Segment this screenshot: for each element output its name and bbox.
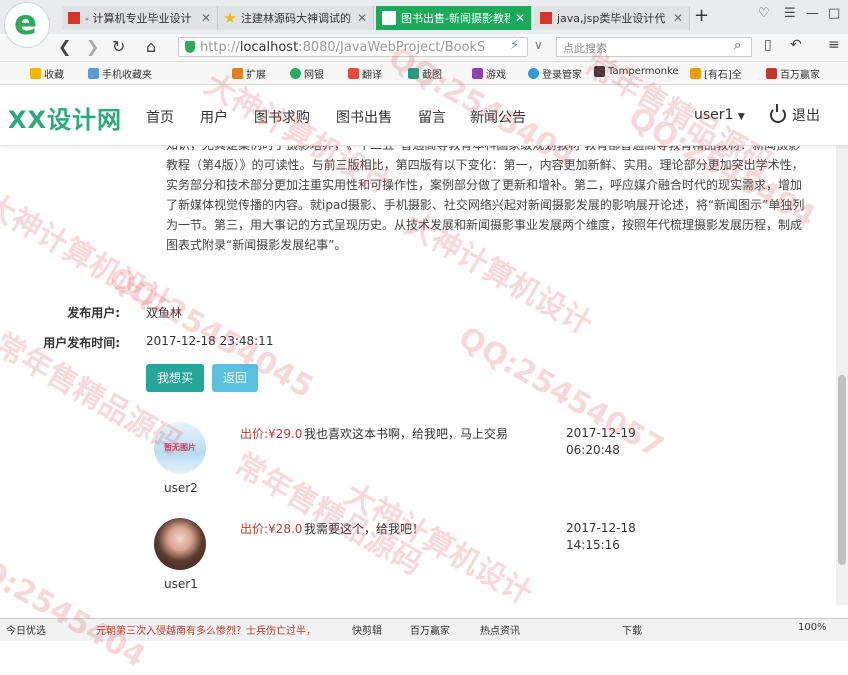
browser-tab-1[interactable]: - 计算机专业毕业设计 ✕ — [62, 6, 218, 30]
status-quick-edit[interactable]: 快剪辑 — [352, 622, 382, 637]
book-description: 知识，尤其是案例时手摄影培养，《“十二五”普通高等教育本科国家级规划教材 教育部… — [166, 138, 805, 252]
nav-news[interactable]: 新闻公告 — [470, 107, 526, 127]
tab-close-icon[interactable]: ✕ — [357, 11, 367, 25]
user-menu[interactable]: user1 ▼ — [694, 107, 745, 123]
minimize-icon[interactable]: — — [806, 6, 819, 21]
chevron-down-icon[interactable]: ∨ — [534, 38, 543, 52]
status-zoom[interactable]: 100% — [798, 622, 827, 633]
power-icon — [770, 104, 786, 123]
browser-logo-icon[interactable]: e — [4, 2, 50, 48]
more-icon[interactable]: ≡ — [828, 37, 840, 53]
tampermonkey-icon — [594, 66, 605, 77]
watermark-text: QQ:25454057 — [452, 320, 670, 466]
watermark-text: 常年售精品源码 — [228, 446, 428, 583]
search-input[interactable]: 点此搜索 — [556, 37, 752, 57]
bookmark-translate[interactable]: 翻译 — [348, 66, 382, 81]
reload-icon[interactable]: ↻ — [112, 37, 125, 56]
translate-icon — [348, 68, 359, 79]
bookmark-mobile[interactable]: 手机收藏夹 — [88, 66, 152, 81]
watermark-text: QQ:25454045 — [102, 260, 320, 406]
bookmark-millionaire[interactable]: 百万赢家 — [766, 66, 820, 81]
publisher-label: 发布用户: — [67, 306, 120, 320]
publish-time-value: 2017-12-18 23:48:11 — [146, 334, 274, 348]
comment-bid: 出价:¥28.0 — [240, 522, 303, 536]
phone-icon — [88, 68, 99, 79]
tab-close-icon[interactable]: ✕ — [515, 11, 525, 25]
tab-favicon-star-icon — [224, 12, 236, 23]
secure-shield-icon — [185, 41, 195, 53]
tab-close-icon[interactable]: ✕ — [673, 11, 683, 25]
bookmark-games[interactable]: 游戏 — [472, 66, 506, 81]
browser-tab-4[interactable]: java,jsp类毕业设计代 ✕ — [534, 6, 690, 30]
maximize-icon[interactable]: □ — [828, 6, 840, 21]
watermark-text: QQ:2545404 — [0, 540, 152, 675]
logout-button[interactable]: 退出 — [770, 104, 820, 125]
comment-time: 2017-12-18 14:15:16 — [566, 521, 636, 552]
bookmark-extensions[interactable]: 扩展 — [232, 66, 266, 81]
lightning-icon[interactable]: ⚡ — [510, 38, 519, 53]
coin-icon — [290, 68, 301, 79]
address-bar[interactable]: http://localhost:8080/JavaWebProject/Boo… — [178, 37, 528, 57]
bookmark-icon — [690, 68, 701, 79]
comment-bid: 出价:¥29.0 — [240, 427, 303, 441]
bookmark-tampermonkey[interactable]: Tampermonke — [594, 66, 679, 77]
status-millionaire[interactable]: 百万赢家 — [410, 622, 450, 637]
comment-time: 2017-12-19 06:20:48 — [566, 426, 636, 457]
gamepad-icon — [472, 68, 483, 79]
grid-icon — [232, 68, 243, 79]
nav-book-sale[interactable]: 图书出售 — [336, 107, 392, 127]
avatar — [154, 518, 206, 570]
tab-favicon-icon — [68, 12, 80, 24]
bookmark-icon — [766, 68, 777, 79]
browser-tab-2[interactable]: 注建林源码大神调试的 ✕ — [218, 6, 374, 30]
phone-icon[interactable]: ▯ — [764, 37, 772, 53]
scissors-icon — [408, 68, 419, 79]
tab-favicon-icon — [382, 11, 396, 25]
star-icon — [30, 68, 41, 79]
browser-tab-3-active[interactable]: 图书出售-新闻摄影教程 ✕ — [376, 6, 532, 30]
comment-message: 我也喜欢这本书啊，给我吧，马上交易 — [304, 427, 509, 441]
want-buy-button[interactable]: 我想买 — [146, 364, 205, 392]
scrollbar-thumb[interactable] — [838, 375, 846, 565]
bookmark-screenshot[interactable]: 截图 — [408, 66, 442, 81]
nav-book-wanted[interactable]: 图书求购 — [254, 107, 310, 127]
nav-home[interactable]: 首页 — [146, 107, 174, 127]
key-icon — [528, 68, 539, 79]
publisher-value: 双鱼林 — [146, 306, 183, 320]
new-tab-button[interactable]: + — [694, 5, 709, 26]
status-today-picks[interactable]: 今日优选 — [6, 622, 46, 637]
back-arrow-icon[interactable]: ❮ — [58, 37, 71, 56]
bookmark-youshi[interactable]: [有石]全 — [690, 66, 742, 81]
skin-icon[interactable]: ♡ — [758, 6, 770, 21]
comment-user: user2 — [164, 481, 198, 495]
avatar: 暂无图片 — [154, 422, 206, 474]
menu-icon[interactable]: ☰ — [784, 6, 796, 21]
bookmark-login[interactable]: 登录管家 — [528, 66, 582, 81]
status-download[interactable]: 下载 — [622, 622, 642, 637]
search-icon[interactable]: ⌕ — [734, 38, 741, 53]
status-hot-news[interactable]: 热点资讯 — [480, 622, 520, 637]
bookmark-favorites[interactable]: 收藏 — [30, 66, 64, 81]
watermark-text: 大神计算机设计 — [0, 186, 178, 323]
nav-user[interactable]: 用户 — [200, 107, 228, 127]
undo-icon[interactable]: ↶ — [790, 37, 802, 53]
tab-close-icon[interactable]: ✕ — [201, 11, 211, 25]
home-icon[interactable]: ⌂ — [146, 37, 156, 56]
status-news-ticker[interactable]: 元朝第三次入侵越南有多么惨烈？士兵伤亡过半， — [96, 622, 336, 637]
comment-user: user1 — [164, 577, 198, 591]
forward-arrow-icon[interactable]: ❯ — [86, 37, 99, 56]
site-logo[interactable]: XX设计网 — [8, 100, 122, 135]
caret-down-icon: ▼ — [737, 112, 745, 122]
publish-time-label: 用户发布时间: — [43, 336, 120, 350]
back-button[interactable]: 返回 — [212, 364, 259, 392]
nav-message[interactable]: 留言 — [418, 107, 446, 127]
bookmark-bank[interactable]: 网银 — [290, 66, 324, 81]
watermark-text: 大神计算机设计 — [338, 476, 538, 613]
comment-message: 我需要这个，给我吧！ — [304, 522, 425, 536]
tab-favicon-icon — [540, 12, 552, 24]
